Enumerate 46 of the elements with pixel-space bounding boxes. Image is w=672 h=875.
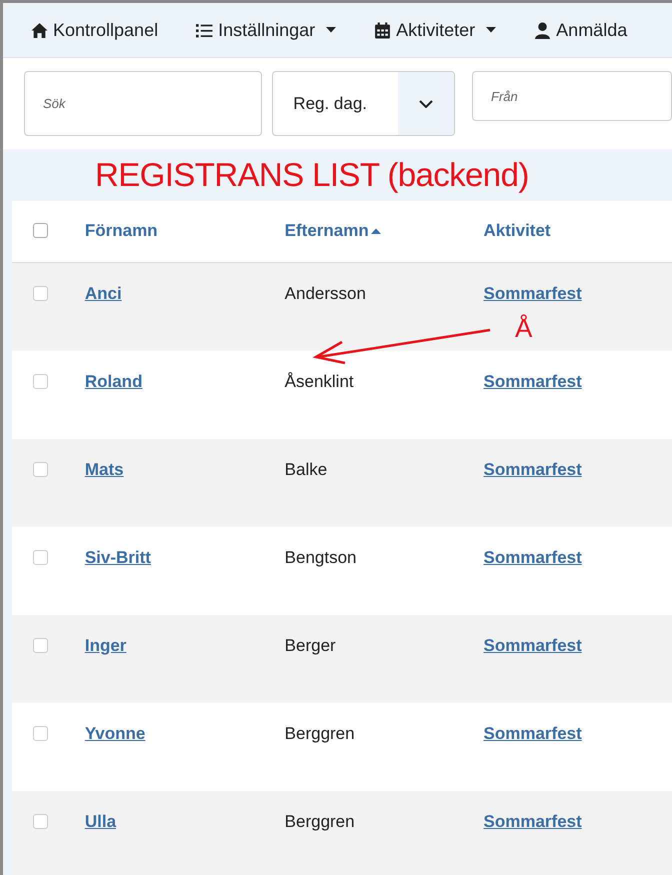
activity-link[interactable]: Sommarfest (484, 284, 582, 303)
annotation-label: Å (515, 313, 532, 344)
last-name-cell: Berggren (284, 724, 355, 743)
first-name-link[interactable]: Siv-Britt (84, 548, 151, 567)
from-date-field[interactable]: Från (472, 71, 672, 121)
nav-item[interactable]: Anmälda (534, 20, 628, 40)
list-icon (196, 22, 214, 38)
activity-link[interactable]: Sommarfest (484, 724, 582, 743)
row-checkbox[interactable] (33, 286, 48, 301)
activity-link[interactable]: Sommarfest (484, 460, 582, 479)
last-name-cell: Andersson (284, 284, 366, 303)
last-name-cell: Åsenklint (284, 372, 354, 391)
row-checkbox[interactable] (33, 550, 48, 565)
nav-item[interactable]: Inställningar (196, 20, 336, 40)
first-name-link[interactable]: Mats (84, 460, 124, 479)
activity-link[interactable]: Sommarfest (484, 636, 582, 655)
first-name-link[interactable]: Yvonne (84, 724, 146, 743)
last-name-cell: Berger (284, 636, 336, 655)
first-name-link[interactable]: Anci (84, 284, 122, 303)
row-checkbox[interactable] (33, 374, 48, 389)
row-checkbox[interactable] (33, 726, 48, 741)
last-name-cell: Bengtson (284, 548, 356, 567)
day-select[interactable]: Reg. dag. (272, 71, 455, 136)
activity-link[interactable]: Sommarfest (484, 372, 582, 391)
nav-item[interactable]: Kontrollpanel (31, 20, 158, 40)
calendar-icon (374, 22, 392, 38)
last-name-cell: Berggren (284, 812, 355, 831)
column-header[interactable]: Förnamn (84, 221, 158, 241)
first-name-link[interactable]: Roland (84, 372, 142, 391)
user-icon (534, 22, 552, 38)
chevron-down-icon (419, 100, 433, 108)
column-header[interactable]: Efternamn (284, 221, 381, 241)
column-header[interactable]: Aktivitet (484, 221, 551, 241)
page-title: REGISTRANS LIST (backend) (95, 156, 529, 194)
last-name-cell: Balke (284, 460, 328, 479)
activity-link[interactable]: Sommarfest (484, 548, 582, 567)
first-name-link[interactable]: Ulla (84, 812, 116, 831)
row-checkbox[interactable] (33, 462, 48, 477)
home-icon (31, 22, 48, 38)
first-name-link[interactable]: Inger (84, 636, 126, 655)
nav-item[interactable]: Aktiviteter (374, 20, 496, 40)
row-checkbox[interactable] (33, 638, 48, 653)
row-checkbox[interactable] (33, 814, 48, 829)
search-field[interactable]: Sök (24, 71, 262, 136)
activity-link[interactable]: Sommarfest (484, 812, 582, 831)
select-all-checkbox[interactable] (33, 223, 48, 238)
